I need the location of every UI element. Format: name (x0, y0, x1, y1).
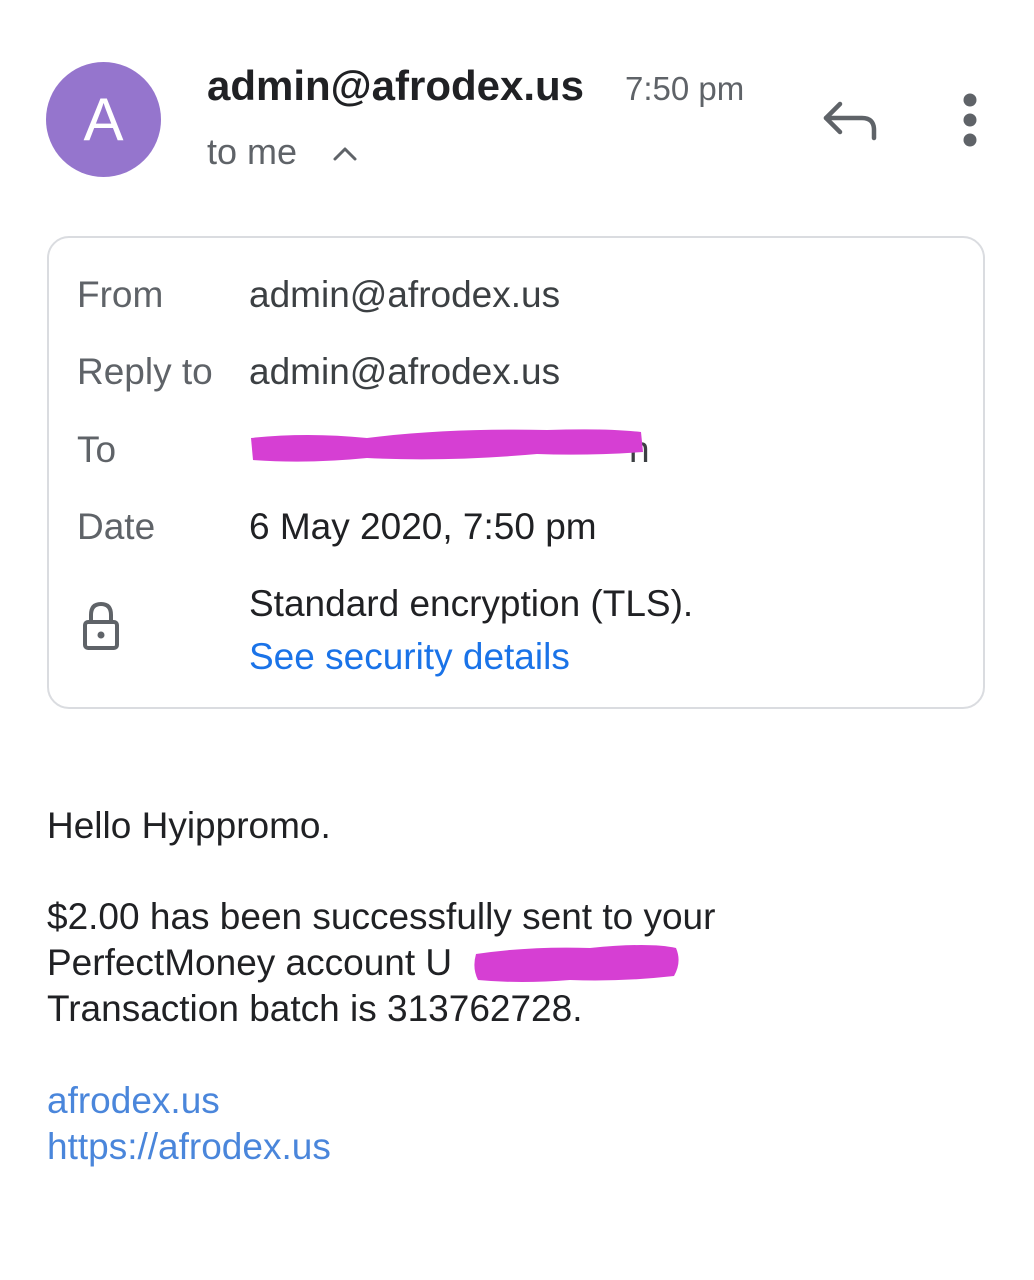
from-label: From (77, 274, 164, 315)
date-label: Date (77, 506, 156, 547)
from-value[interactable]: admin@afrodex.us (249, 274, 560, 316)
to-label: To (77, 429, 117, 470)
message-greeting: Hello Hyippromo. (47, 805, 331, 846)
date-value: 6 May 2020, 7:50 pm (249, 506, 597, 547)
afrodex-url-link[interactable]: https://afrodex.us (47, 1126, 331, 1168)
message-details-card: From admin@afrodex.us Reply to admin@afr… (47, 236, 985, 709)
message-line-1: $2.00 has been successfully sent to your (47, 896, 716, 937)
reply-to-value[interactable]: admin@afrodex.us (249, 351, 560, 393)
more-options-button[interactable] (950, 92, 990, 148)
message-line-2: PerfectMoney account U (47, 942, 453, 983)
see-security-details-link[interactable]: See security details (249, 636, 570, 678)
sender-avatar[interactable]: A (46, 62, 161, 177)
reply-button[interactable] (818, 92, 884, 148)
security-text: Standard encryption (TLS). (249, 583, 694, 624)
redaction-mark (251, 429, 643, 462)
lock-icon (83, 601, 119, 650)
message-line-3: Transaction batch is 313762728. (47, 988, 583, 1029)
message-time: 7:50 pm (625, 70, 745, 107)
afrodex-link[interactable]: afrodex.us (47, 1080, 220, 1122)
recipient-summary[interactable]: to me (207, 131, 297, 173)
more-vert-icon (963, 93, 977, 147)
redaction-mark (474, 945, 679, 982)
reply-icon (823, 101, 877, 141)
chevron-up-icon[interactable] (332, 140, 358, 166)
sender-name: admin@afrodex.us (207, 62, 585, 109)
reply-to-label: Reply to (77, 351, 213, 392)
